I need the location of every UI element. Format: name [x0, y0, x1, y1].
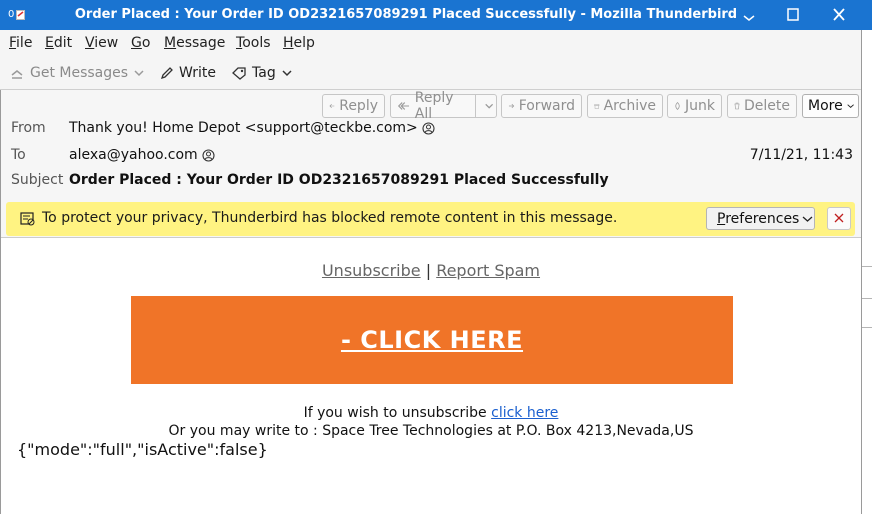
- chevron-down-icon: [282, 70, 292, 77]
- subject-label: Subject: [11, 172, 64, 188]
- unsubscribe-click-here-link[interactable]: click here: [491, 405, 558, 421]
- reply-button[interactable]: Reply: [322, 94, 385, 118]
- download-icon: [11, 70, 23, 79]
- menu-message-accel: M: [164, 35, 177, 51]
- menu-help[interactable]: Help: [283, 35, 315, 51]
- menu-edit-accel: E: [45, 35, 54, 51]
- to-address: alexa@yahoo.com: [69, 147, 198, 163]
- tag-icon: [232, 67, 246, 80]
- menu-go[interactable]: Go: [131, 35, 150, 51]
- to-label: To: [11, 147, 26, 163]
- reply-icon: [329, 104, 335, 108]
- delete-button[interactable]: Delete: [727, 94, 797, 118]
- from-address: Thank you! Home Depot <support@teckbe.co…: [69, 120, 418, 136]
- notice-close-button[interactable]: [827, 207, 851, 230]
- menu-go-accel: G: [131, 35, 142, 51]
- window-title: Order Placed : Your Order ID OD232165708…: [74, 7, 738, 22]
- menu-view-accel: V: [85, 35, 95, 51]
- from-value[interactable]: Thank you! Home Depot <support@teckbe.co…: [69, 120, 435, 136]
- menu-file[interactable]: File: [9, 35, 32, 51]
- unsubscribe-line: If you wish to unsubscribe click here: [1, 405, 861, 421]
- menu-edit[interactable]: Edit: [45, 35, 72, 51]
- archive-label: Archive: [603, 98, 656, 114]
- menu-help-label: elp: [293, 35, 315, 51]
- main-toolbar: Get Messages Write Tag: [0, 57, 863, 90]
- menu-file-label: ile: [16, 35, 33, 51]
- click-here-banner[interactable]: - CLICK HERE: [131, 296, 733, 384]
- archive-icon: [594, 103, 600, 109]
- contact-icon[interactable]: [422, 121, 435, 135]
- app-icon-label: 0: [8, 9, 15, 20]
- message-header: Reply Reply All Forward Archive Junk Del…: [1, 90, 861, 238]
- more-button[interactable]: More: [802, 94, 859, 118]
- unsubscribe-link[interactable]: Unsubscribe: [322, 261, 421, 280]
- trash-icon: [734, 102, 740, 110]
- forward-label: Forward: [518, 98, 575, 114]
- pencil-icon: [160, 67, 173, 80]
- menu-edit-label: dit: [53, 35, 73, 51]
- menu-view[interactable]: View: [85, 35, 118, 51]
- title-bar: 0 Order Placed : Your Order ID OD2321657…: [0, 0, 872, 30]
- chevron-down-icon: [802, 216, 813, 222]
- click-here-link[interactable]: - CLICK HERE: [341, 326, 523, 354]
- raw-json-text: {"mode":"full","isActive":false}: [17, 440, 268, 459]
- write-button[interactable]: Write: [160, 63, 216, 83]
- reply-all-label: Reply All: [414, 90, 454, 122]
- close-icon[interactable]: [828, 4, 850, 26]
- maximize-icon[interactable]: [782, 4, 804, 26]
- reply-label: Reply: [339, 98, 378, 114]
- junk-button[interactable]: Junk: [667, 94, 722, 118]
- reply-all-button[interactable]: Reply All: [390, 90, 497, 122]
- minimize-icon[interactable]: [738, 4, 760, 26]
- tag-button[interactable]: Tag: [232, 63, 293, 83]
- unsubscribe-links: Unsubscribe | Report Spam: [1, 261, 861, 280]
- chevron-down-icon: [847, 104, 854, 108]
- unsubscribe-prefix: If you wish to unsubscribe: [303, 405, 487, 421]
- menu-message[interactable]: Message: [164, 35, 225, 51]
- preferences-rest: references: [725, 210, 800, 227]
- preferences-button[interactable]: Preferences: [706, 207, 815, 230]
- menu-bar: File Edit View Go Message Tools Help: [0, 30, 863, 57]
- message-body: Unsubscribe | Report Spam - CLICK HERE I…: [1, 239, 861, 514]
- more-label: More: [808, 98, 843, 114]
- notice-text: To protect your privacy, Thunderbird has…: [42, 210, 618, 226]
- remote-content-notice: To protect your privacy, Thunderbird has…: [6, 202, 855, 236]
- menu-help-accel: H: [283, 35, 294, 51]
- tag-label: Tag: [252, 65, 276, 81]
- link-separator: |: [425, 261, 432, 280]
- write-label: Write: [179, 65, 216, 81]
- menu-view-label: iew: [94, 35, 119, 51]
- forward-icon: [508, 103, 515, 109]
- menu-go-label: o: [141, 35, 151, 51]
- forward-button[interactable]: Forward: [501, 94, 582, 118]
- thunderbird-app-icon: 0: [8, 7, 30, 23]
- background-window-strip: [862, 30, 872, 514]
- get-messages-dropdown[interactable]: [133, 63, 145, 83]
- message-date: 7/11/21, 11:43: [749, 147, 853, 163]
- chevron-down-icon: [134, 70, 144, 77]
- report-spam-link[interactable]: Report Spam: [436, 261, 540, 280]
- close-icon: [834, 213, 844, 223]
- junk-label: Junk: [685, 98, 715, 114]
- chevron-down-icon: [484, 103, 493, 109]
- from-label: From: [11, 120, 46, 136]
- postal-address-line: Or you may write to : Space Tree Technol…: [168, 423, 694, 439]
- archive-button[interactable]: Archive: [587, 94, 663, 118]
- delete-label: Delete: [744, 98, 790, 114]
- menu-file-accel: F: [9, 35, 17, 51]
- menu-tools-label: ools: [242, 35, 271, 51]
- junk-icon: [675, 101, 680, 111]
- blocked-content-icon: [20, 212, 35, 226]
- contact-icon[interactable]: [202, 148, 215, 162]
- to-value[interactable]: alexa@yahoo.com: [69, 147, 215, 163]
- menu-tools[interactable]: Tools: [236, 35, 271, 51]
- get-messages-label: Get Messages: [30, 65, 129, 81]
- get-messages-button[interactable]: Get Messages: [10, 63, 128, 83]
- preferences-accel: P: [717, 210, 726, 227]
- preferences-label: Preferences: [717, 211, 799, 227]
- reply-all-icon: [397, 102, 410, 110]
- subject-value: Order Placed : Your Order ID OD232165708…: [69, 172, 609, 188]
- menu-message-label: essage: [176, 35, 226, 51]
